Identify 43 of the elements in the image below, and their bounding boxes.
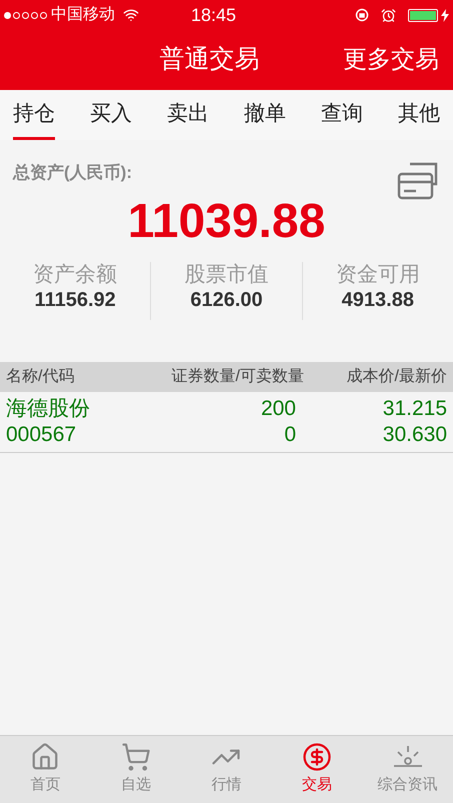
tab[interactable]: 卖出 (167, 90, 209, 140)
nav-tab[interactable]: 行情 (181, 736, 272, 803)
column-header: 名称/代码 (6, 367, 76, 387)
rotation-lock-icon (355, 8, 369, 22)
stat-value: 11156.92 (34, 288, 116, 314)
stat-label: 资产余额 (33, 262, 118, 288)
total-assets-label: 总资产(人民币): (13, 162, 132, 184)
cards-icon[interactable] (396, 160, 440, 202)
status-time: 18:45 (191, 4, 236, 26)
quantity-cell: 200 (260, 396, 296, 422)
total-assets-value: 11039.88 (128, 198, 326, 246)
column-header: 证券数量/可卖数量 (170, 366, 304, 387)
latest-price-cell: 30.630 (382, 422, 447, 448)
tab[interactable]: 其他 (398, 90, 440, 140)
stock-code: 000567 (6, 422, 78, 448)
nav-tab[interactable]: 交易 (272, 736, 362, 803)
tab[interactable]: 撤单 (244, 90, 286, 140)
stat-value: 6126.00 (190, 288, 263, 314)
sellable-cell: 0 (284, 422, 296, 448)
charging-icon (441, 8, 449, 22)
nav-tab[interactable]: 首页 (0, 736, 91, 803)
nav-tab[interactable]: 自选 (90, 736, 182, 803)
holding-row[interactable]: 海德股份 000567 200 0 31.215 30.630 (0, 392, 453, 453)
signal-icon (4, 12, 47, 18)
cart-icon (120, 742, 151, 772)
column-header: 成本价/最新价 (346, 366, 447, 387)
wifi-icon (123, 7, 139, 23)
home-icon (30, 742, 60, 772)
stat-label: 股票市值 (184, 262, 268, 288)
nav-tab[interactable]: 综合资讯 (362, 736, 453, 803)
tab[interactable]: 持仓 (13, 90, 55, 140)
more-trades-button[interactable]: 更多交易 (343, 42, 439, 78)
alarm-icon (381, 8, 396, 22)
stat-value: 4913.88 (342, 288, 414, 314)
cost-price-cell: 31.215 (382, 396, 447, 422)
stat-label: 资金可用 (336, 262, 420, 288)
battery-icon (408, 8, 438, 22)
carrier-text: 中国移动 (51, 4, 115, 25)
stock-name: 海德股份 (6, 396, 91, 422)
page-title: 普通交易 (160, 44, 260, 76)
dollar-icon (302, 742, 332, 772)
tab[interactable]: 买入 (90, 90, 132, 140)
tab[interactable]: 查询 (321, 90, 363, 140)
